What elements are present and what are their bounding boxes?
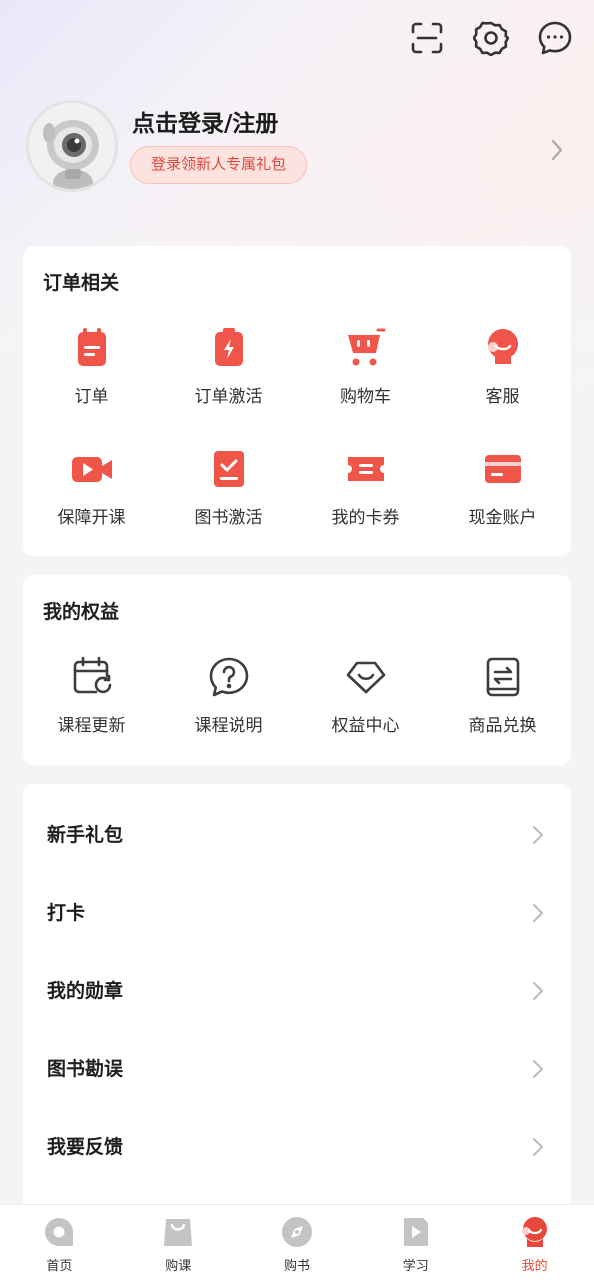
messages-button[interactable] — [536, 18, 574, 58]
scan-icon — [411, 22, 443, 54]
chevron-right-icon — [533, 982, 543, 1000]
cart-label: 购物车 — [340, 387, 391, 407]
chevron-right-icon — [533, 904, 543, 922]
login-register-link[interactable]: 点击登录/注册 — [132, 104, 278, 138]
customer-service-label: 客服 — [485, 387, 520, 407]
tab-label: 我的 — [521, 1259, 548, 1274]
guarantee-course-label: 保障开课 — [57, 508, 126, 528]
tab-label: 学习 — [402, 1259, 429, 1274]
book-activate-label: 图书激活 — [194, 508, 263, 528]
tab-buy-course[interactable]: 购课 — [119, 1205, 238, 1280]
order-label: 订单 — [74, 387, 109, 407]
video-icon — [71, 457, 112, 482]
course-update-button[interactable]: 课程更新 — [23, 655, 160, 736]
bag-icon — [164, 1219, 193, 1246]
list-item-newbie-gift[interactable]: 新手礼包 — [23, 796, 571, 874]
card-icon — [484, 455, 521, 483]
avatar[interactable] — [26, 100, 118, 192]
course-info-button[interactable]: 课程说明 — [160, 655, 297, 736]
benefits-card-title: 我的权益 — [43, 601, 120, 623]
scan-button[interactable] — [408, 18, 446, 58]
question-icon — [209, 657, 248, 697]
benefit-center-button[interactable]: 权益中心 — [297, 655, 434, 736]
cash-account-label: 现金账户 — [468, 508, 537, 528]
chevron-right-icon — [533, 1060, 543, 1078]
home-icon — [45, 1218, 74, 1246]
chevron-right-icon — [533, 826, 543, 844]
order-activate-button[interactable]: 订单激活 — [160, 326, 297, 407]
profile-chevron-right-icon — [550, 138, 564, 166]
tab-label: 首页 — [46, 1259, 73, 1274]
exchange-icon — [486, 657, 519, 697]
top-toolbar — [408, 18, 574, 58]
customer-service-icon — [487, 329, 518, 364]
gear-icon — [473, 21, 509, 56]
new-user-gift-badge[interactable]: 登录领新人专属礼包 — [130, 146, 308, 184]
cart-button[interactable]: 购物车 — [297, 326, 434, 407]
benefit-icon — [346, 661, 385, 694]
goods-exchange-label: 商品兑换 — [468, 716, 537, 736]
menu-list-card: 新手礼包 打卡 我的勋章 图书勘误 我要反馈 — [23, 784, 571, 1214]
order-activate-label: 订单激活 — [194, 387, 263, 407]
list-item-check-in[interactable]: 打卡 — [23, 874, 571, 952]
course-info-label: 课程说明 — [194, 716, 263, 736]
order-button[interactable]: 订单 — [23, 326, 160, 407]
list-item-label: 图书勘误 — [47, 1058, 124, 1080]
settings-button[interactable] — [472, 18, 510, 58]
list-item-feedback[interactable]: 我要反馈 — [23, 1108, 571, 1186]
cash-account-button[interactable]: 现金账户 — [434, 447, 571, 528]
mascot-avatar-icon — [29, 103, 115, 189]
goods-exchange-button[interactable]: 商品兑换 — [434, 655, 571, 736]
tab-home[interactable]: 首页 — [0, 1205, 119, 1280]
list-item-label: 我的勋章 — [47, 980, 124, 1002]
list-item-label: 我要反馈 — [47, 1136, 124, 1158]
cart-icon — [347, 328, 385, 366]
tab-buy-book[interactable]: 购书 — [238, 1205, 357, 1280]
tab-study[interactable]: 学习 — [356, 1205, 475, 1280]
customer-service-button[interactable]: 客服 — [434, 326, 571, 407]
play-icon — [403, 1218, 428, 1246]
list-item-my-medals[interactable]: 我的勋章 — [23, 952, 571, 1030]
book-activate-button[interactable]: 图书激活 — [160, 447, 297, 528]
tab-label: 购书 — [283, 1259, 310, 1274]
profile-section[interactable]: 点击登录/注册 登录领新人专属礼包 — [26, 100, 574, 196]
benefits-card: 我的权益 课程更新 课程说明 权益中心 商品兑换 — [23, 575, 571, 765]
calendar-refresh-icon — [73, 656, 111, 694]
orders-card: 订单相关 订单 订单激活 购物车 客服 保障开课 图书激活 我的卡券 现金账户 — [23, 246, 571, 556]
list-item-label: 打卡 — [47, 902, 86, 924]
book-activate-icon — [213, 451, 244, 487]
profile-icon — [521, 1217, 547, 1247]
bottom-tab-bar: 首页 购课 购书 学习 我的 — [0, 1204, 594, 1280]
coupon-label: 我的卡券 — [331, 508, 400, 528]
coupon-button[interactable]: 我的卡券 — [297, 447, 434, 528]
chat-bubble-icon — [538, 21, 572, 55]
list-item-book-errata[interactable]: 图书勘误 — [23, 1030, 571, 1108]
course-update-label: 课程更新 — [57, 716, 126, 736]
orders-card-title: 订单相关 — [43, 272, 120, 294]
tab-label: 购课 — [165, 1259, 192, 1274]
benefit-center-label: 权益中心 — [331, 716, 400, 736]
compass-icon — [281, 1217, 312, 1247]
order-activate-icon — [214, 328, 243, 366]
guarantee-course-button[interactable]: 保障开课 — [23, 447, 160, 528]
coupon-icon — [347, 457, 384, 481]
tab-mine[interactable]: 我的 — [475, 1205, 594, 1280]
order-icon — [77, 328, 106, 366]
list-item-label: 新手礼包 — [47, 824, 124, 846]
chevron-right-icon — [533, 1138, 543, 1156]
